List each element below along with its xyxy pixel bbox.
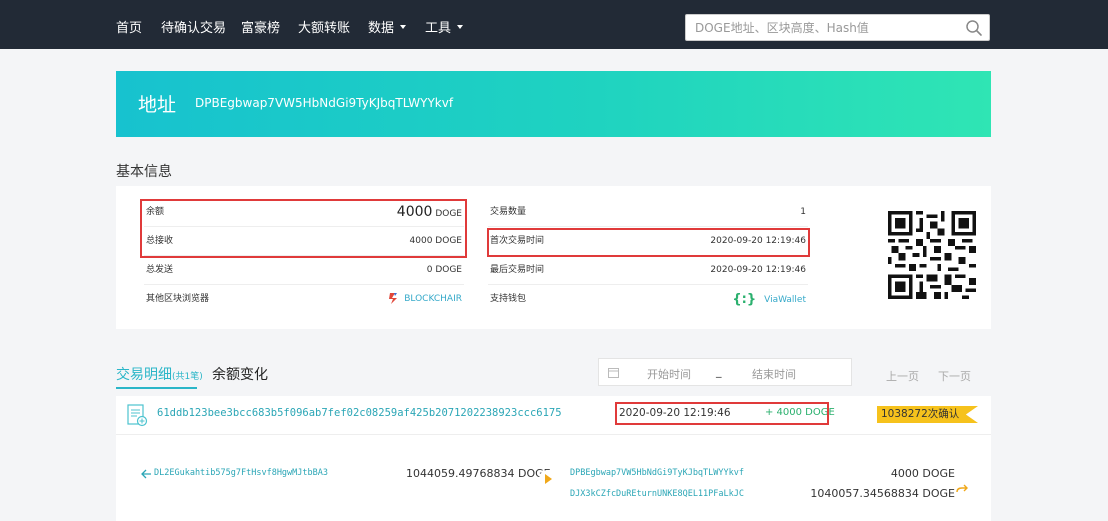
tx-count-row: 交易数量 1 (488, 198, 808, 227)
nav-tools-label: 工具 (425, 21, 452, 36)
balance-highlight-box (140, 199, 467, 258)
next-page-button[interactable]: 下一页 (938, 368, 971, 384)
viawallet-label: ViaWallet (764, 295, 806, 305)
nav-rich-list[interactable]: 富豪榜 (241, 0, 280, 49)
last-tx-value: 2020-09-20 12:19:46 (710, 265, 806, 275)
explorers-label: 其他区块浏览器 (146, 294, 210, 304)
nav-pending-tx[interactable]: 待确认交易 (161, 0, 226, 49)
explorers-row: 其他区块浏览器 BLOCKCHAIR (144, 285, 464, 314)
chevron-down-icon (400, 24, 407, 29)
return-arrow-icon (141, 469, 151, 479)
start-date-input[interactable]: 开始时间 (647, 366, 691, 382)
transaction-header: 61ddb123bee3bcc683b5f096ab7fef02c08259af… (116, 396, 991, 435)
wallet-row: 支持钱包 {:} ViaWallet (488, 285, 808, 314)
tab-details-label: 交易明细 (116, 367, 172, 383)
output-address-link-1[interactable]: DPBEgbwap7VW5HbNdGi9TyKJbqTLWYYkvf (570, 468, 744, 478)
end-date-input[interactable]: 结束时间 (752, 366, 796, 382)
blockchair-icon (389, 293, 398, 304)
last-tx-row: 最后交易时间 2020-09-20 12:19:46 (488, 256, 808, 285)
banner-address: DPBEgbwap7VW5HbNdGi9TyKJbqTLWYYkvf (195, 96, 454, 110)
date-separator: _ (716, 365, 722, 378)
last-tx-label: 最后交易时间 (490, 265, 545, 275)
search-input[interactable] (686, 15, 956, 40)
search-icon[interactable] (965, 19, 983, 37)
transaction-hash-link[interactable]: 61ddb123bee3bcc683b5f096ab7fef02c08259af… (157, 407, 562, 419)
output-amount-2: 1040057.34568834 DOGE (810, 487, 955, 500)
viawallet-icon: {:} (732, 292, 757, 307)
basic-info-panel: 余额 4000 DOGE 总接收 4000 DOGE 总发送 0 DOGE 其他… (116, 186, 991, 329)
sent-row: 总发送 0 DOGE (144, 256, 464, 285)
arrow-right-icon (539, 470, 557, 488)
input-address-link[interactable]: DL2EGukahtib575g7FtHsvf8HgwMJtbBA3 (154, 468, 328, 478)
transaction-doc-icon (127, 404, 148, 427)
transaction-highlight-box (615, 402, 829, 425)
address-banner: 地址 DPBEgbwap7VW5HbNdGi9TyKJbqTLWYYkvf (116, 71, 991, 137)
transaction-card: 61ddb123bee3bcc683b5f096ab7fef02c08259af… (116, 396, 991, 521)
viawallet-link[interactable]: {:} ViaWallet (732, 285, 806, 315)
confirmations-text: 1038272次确认 (881, 408, 960, 420)
confirmations-badge: 1038272次确认 (877, 406, 978, 423)
prev-page-button[interactable]: 上一页 (886, 368, 919, 384)
tab-details-count: (共1笔) (172, 372, 203, 382)
basic-info-title: 基本信息 (116, 164, 172, 180)
nav-data-dropdown[interactable]: 数据 (368, 0, 407, 49)
nav-tools-dropdown[interactable]: 工具 (425, 0, 464, 49)
tab-balance-change[interactable]: 余额变化 (212, 364, 268, 384)
forward-arrow-icon (956, 484, 968, 493)
wallet-label: 支持钱包 (490, 294, 527, 304)
sent-value: 0 DOGE (426, 265, 462, 275)
tab-transaction-details[interactable]: 交易明细(共1笔) (116, 364, 203, 384)
top-navbar: 首页 待确认交易 富豪榜 大额转账 数据 工具 (0, 0, 1108, 49)
page-title: 地址 (138, 94, 177, 116)
output-amount-1: 4000 DOGE (890, 467, 955, 480)
nav-home[interactable]: 首页 (116, 0, 142, 49)
blockchair-label: BLOCKCHAIR (404, 294, 462, 304)
tx-count-label: 交易数量 (490, 207, 527, 217)
tx-count-value: 1 (800, 207, 806, 217)
calendar-icon (608, 368, 619, 378)
input-amount: 1044059.49768834 DOGE (406, 467, 551, 480)
chevron-down-icon (457, 24, 464, 29)
search-box (685, 14, 990, 41)
nav-large-transfers[interactable]: 大额转账 (298, 0, 350, 49)
date-range-picker[interactable]: 开始时间 _ 结束时间 (598, 358, 852, 386)
active-tab-indicator (116, 387, 197, 389)
qr-code (888, 211, 976, 299)
blockchair-link[interactable]: BLOCKCHAIR (388, 285, 462, 314)
first-tx-highlight-box (487, 228, 810, 257)
nav-data-label: 数据 (368, 21, 395, 36)
output-address-link-2[interactable]: DJX3kCZfcDuREturnUNKE8QEL11PFaLkJC (570, 489, 744, 499)
sent-label: 总发送 (146, 265, 174, 275)
